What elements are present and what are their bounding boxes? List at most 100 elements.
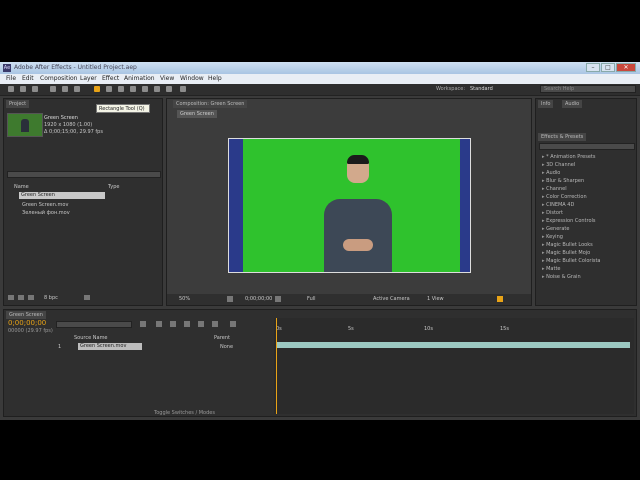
type-tool-icon[interactable] [118,86,124,92]
puppet-tool-icon[interactable] [180,86,186,92]
tab-timeline[interactable]: Green Screen [6,311,46,319]
tab-info[interactable]: Info [538,100,554,108]
effect-3d-channel[interactable]: 3D Channel [542,162,575,168]
effect-animation-presets[interactable]: * Animation Presets [542,154,595,160]
project-item-composition[interactable]: Green Screen [19,192,105,199]
menu-window[interactable]: Window [180,75,204,82]
column-name[interactable]: Name [14,184,29,190]
current-time-indicator[interactable] [276,318,277,414]
hide-shy-layers-icon[interactable] [170,321,176,327]
brainstorm-icon[interactable] [212,321,218,327]
column-parent[interactable]: Parent [214,335,230,341]
comp-timecode[interactable]: 0;00;00;00 [245,296,272,302]
timeline-search-input[interactable] [56,321,132,328]
effect-generate[interactable]: Generate [542,226,569,232]
time-ruler-15s: 15s [500,326,509,332]
interpret-footage-icon[interactable] [8,295,14,300]
effect-color-correction[interactable]: Color Correction [542,194,587,200]
tab-project[interactable]: Project [6,100,30,108]
rotate-tool-icon[interactable] [50,86,56,92]
timeline-track-area[interactable]: 0s 5s 10s 15s [274,318,634,414]
menu-edit[interactable]: Edit [22,75,34,82]
resolution-dropdown[interactable]: Full [307,296,316,302]
eraser-tool-icon[interactable] [154,86,160,92]
parent-dropdown[interactable]: None [220,344,233,350]
tab-effects-presets[interactable]: Effects & Presets [538,133,587,141]
column-type[interactable]: Type [108,184,119,190]
camera-dropdown[interactable]: Active Camera [373,296,410,302]
project-search-input[interactable] [7,171,161,178]
effect-expression-controls[interactable]: Expression Controls [542,218,595,224]
graph-editor-icon[interactable] [230,321,236,327]
camera-tool-icon[interactable] [62,86,68,92]
roto-brush-tool-icon[interactable] [166,86,172,92]
effect-channel[interactable]: Channel [542,186,567,192]
grid-icon[interactable] [227,296,233,302]
draft-3d-icon[interactable] [156,321,162,327]
effect-distort[interactable]: Distort [542,210,563,216]
effect-keying[interactable]: Keying [542,234,563,240]
brush-tool-icon[interactable] [130,86,136,92]
tab-composition[interactable]: Composition: Green Screen [173,100,248,108]
toggle-switches-modes[interactable]: Toggle Switches / Modes [154,410,215,416]
comp-mini-flowchart-icon[interactable] [140,321,146,327]
composition-panel: Composition: Green Screen Green Screen 5… [166,98,532,306]
zoom-dropdown[interactable]: 50% [179,296,190,302]
layer-duration-bar[interactable] [276,342,630,348]
workspace-dropdown[interactable]: Standard [470,86,493,92]
app-icon: Ae [3,64,11,72]
effect-blur-sharpen[interactable]: Blur & Sharpen [542,178,584,184]
app-window: Ae Adobe After Effects - Untitled Projec… [0,62,640,420]
menu-view[interactable]: View [160,75,174,82]
effect-matte[interactable]: Matte [542,266,560,272]
trash-icon[interactable] [84,295,90,300]
project-item-footage-1[interactable]: Green Screen.mov [22,202,68,208]
column-source-name[interactable]: Source Name [74,335,108,341]
tab-audio[interactable]: Audio [562,100,583,108]
pan-behind-tool-icon[interactable] [74,86,80,92]
snapshot-icon[interactable] [275,296,281,302]
comp-subtab[interactable]: Green Screen [177,110,217,118]
menu-layer[interactable]: Layer [80,75,97,82]
menu-file[interactable]: File [6,75,16,82]
effect-magic-bullet-mojo[interactable]: Magic Bullet Mojo [542,250,590,256]
menu-animation[interactable]: Animation [124,75,155,82]
rectangle-tool-icon[interactable] [94,86,100,92]
project-thumbnail [7,113,43,137]
fast-previews-icon[interactable] [497,296,503,302]
time-ruler-5s: 5s [348,326,354,332]
timeline-timecode[interactable]: 0;00;00;00 [8,319,46,327]
effect-magic-bullet-looks[interactable]: Magic Bullet Looks [542,242,593,248]
help-search-input[interactable]: Search Help [540,85,636,93]
maximize-button[interactable]: □ [601,63,615,72]
backdrop-right-edge [460,139,470,272]
effect-audio[interactable]: Audio [542,170,560,176]
clone-tool-icon[interactable] [142,86,148,92]
new-folder-icon[interactable] [18,295,24,300]
effect-cinema-4d[interactable]: CINEMA 4D [542,202,574,208]
menu-help[interactable]: Help [208,75,222,82]
menu-effect[interactable]: Effect [102,75,119,82]
pen-tool-icon[interactable] [106,86,112,92]
effect-noise-grain[interactable]: Noise & Grain [542,274,581,280]
motion-blur-icon[interactable] [198,321,204,327]
effects-search-input[interactable] [539,143,635,150]
project-item-footage-2[interactable]: Зеленый фон.mov [22,210,70,216]
composition-viewer[interactable] [228,138,471,273]
effect-magic-bullet-colorista[interactable]: Magic Bullet Colorista [542,258,600,264]
selection-tool-icon[interactable] [8,86,14,92]
views-dropdown[interactable]: 1 View [427,296,444,302]
menu-composition[interactable]: Composition [40,75,77,82]
project-item-size: 1920 x 1080 (1.00) [44,122,93,128]
close-button[interactable]: ✕ [616,63,636,72]
hand-tool-icon[interactable] [20,86,26,92]
bit-depth-label[interactable]: 8 bpc [44,295,58,301]
person-torso [324,199,392,272]
comp-footer: 50% 0;00;00;00 Full Active Camera 1 View [167,294,531,305]
minimize-button[interactable]: – [586,63,600,72]
new-comp-icon[interactable] [28,295,34,300]
frame-blending-icon[interactable] [184,321,190,327]
project-item-name: Green Screen [44,115,78,121]
layer-name[interactable]: Green Screen.mov [78,343,142,350]
zoom-tool-icon[interactable] [32,86,38,92]
